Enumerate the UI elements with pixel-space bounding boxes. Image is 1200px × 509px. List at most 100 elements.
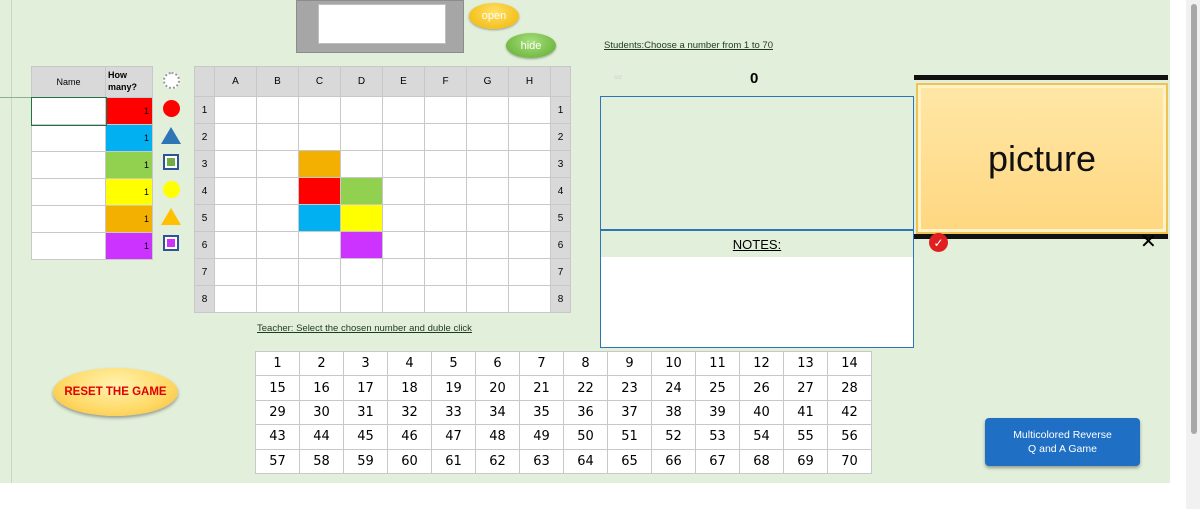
- grid-cell[interactable]: [256, 150, 299, 178]
- number-cell[interactable]: 24: [651, 375, 696, 401]
- grid-cell[interactable]: [256, 258, 299, 286]
- grid-cell[interactable]: [508, 258, 551, 286]
- number-cell[interactable]: 5: [431, 350, 476, 377]
- number-cell[interactable]: 13: [783, 350, 828, 377]
- grid-cell[interactable]: [298, 177, 341, 205]
- grid-cell[interactable]: [466, 231, 509, 259]
- grid-cell[interactable]: [340, 123, 383, 151]
- number-cell[interactable]: 55: [783, 424, 828, 450]
- number-cell[interactable]: 29: [255, 399, 300, 426]
- grid-cell[interactable]: [214, 204, 257, 232]
- number-cell[interactable]: 18: [387, 375, 432, 401]
- number-cell[interactable]: 30: [299, 399, 344, 426]
- number-cell[interactable]: 67: [695, 448, 740, 474]
- team-name-cell[interactable]: [31, 205, 106, 233]
- number-cell[interactable]: 65: [607, 448, 652, 474]
- wrong-x-icon[interactable]: ✕: [1140, 229, 1157, 253]
- number-cell[interactable]: 33: [431, 399, 476, 426]
- grid-cell[interactable]: [508, 150, 551, 178]
- grid-cell[interactable]: [340, 231, 383, 259]
- number-cell[interactable]: 50: [563, 424, 608, 450]
- number-cell[interactable]: 59: [343, 448, 388, 474]
- number-cell[interactable]: 54: [739, 424, 784, 450]
- number-cell[interactable]: 48: [475, 424, 520, 450]
- grid-cell[interactable]: [424, 123, 467, 151]
- grid-cell[interactable]: [298, 150, 341, 178]
- grid-cell[interactable]: [298, 96, 341, 124]
- number-cell[interactable]: 19: [431, 375, 476, 401]
- grid-cell[interactable]: [466, 123, 509, 151]
- number-cell[interactable]: 23: [607, 375, 652, 401]
- grid-cell[interactable]: [466, 204, 509, 232]
- number-cell[interactable]: 56: [827, 424, 872, 450]
- answer-box[interactable]: [600, 96, 914, 230]
- number-cell[interactable]: 20: [475, 375, 520, 401]
- grid-cell[interactable]: [508, 231, 551, 259]
- number-cell[interactable]: 9: [607, 350, 652, 377]
- number-cell[interactable]: 26: [739, 375, 784, 401]
- question-display[interactable]: [318, 4, 446, 44]
- grid-cell[interactable]: [340, 96, 383, 124]
- number-cell[interactable]: 8: [563, 350, 608, 377]
- number-cell[interactable]: 43: [255, 424, 300, 450]
- number-cell[interactable]: 22: [563, 375, 608, 401]
- grid-cell[interactable]: [298, 123, 341, 151]
- grid-cell[interactable]: [424, 150, 467, 178]
- number-cell[interactable]: 14: [827, 350, 872, 377]
- grid-cell[interactable]: [214, 123, 257, 151]
- number-cell[interactable]: 21: [519, 375, 564, 401]
- number-cell[interactable]: 25: [695, 375, 740, 401]
- number-cell[interactable]: 31: [343, 399, 388, 426]
- grid-cell[interactable]: [298, 231, 341, 259]
- grid-cell[interactable]: [214, 231, 257, 259]
- team-name-cell[interactable]: [30, 96, 107, 126]
- number-cell[interactable]: 32: [387, 399, 432, 426]
- grid-cell[interactable]: [340, 177, 383, 205]
- grid-cell[interactable]: [298, 285, 341, 313]
- number-cell[interactable]: 66: [651, 448, 696, 474]
- number-cell[interactable]: 12: [739, 350, 784, 377]
- grid-cell[interactable]: [214, 285, 257, 313]
- number-cell[interactable]: 44: [299, 424, 344, 450]
- number-cell[interactable]: 62: [475, 448, 520, 474]
- grid-cell[interactable]: [256, 231, 299, 259]
- grid-cell[interactable]: [466, 150, 509, 178]
- correct-check-icon[interactable]: ✓: [929, 233, 948, 252]
- grid-cell[interactable]: [256, 204, 299, 232]
- grid-cell[interactable]: [256, 123, 299, 151]
- number-cell[interactable]: 37: [607, 399, 652, 426]
- grid-cell[interactable]: [508, 285, 551, 313]
- number-cell[interactable]: 41: [783, 399, 828, 426]
- game-title-button[interactable]: Multicolored Reverse Q and A Game: [985, 418, 1140, 466]
- number-cell[interactable]: 57: [255, 448, 300, 474]
- number-cell[interactable]: 34: [475, 399, 520, 426]
- grid-cell[interactable]: [340, 150, 383, 178]
- grid-cell[interactable]: [508, 123, 551, 151]
- grid-cell[interactable]: [382, 231, 425, 259]
- team-name-cell[interactable]: [31, 151, 106, 179]
- grid-cell[interactable]: [424, 231, 467, 259]
- grid-cell[interactable]: [424, 258, 467, 286]
- number-cell[interactable]: 27: [783, 375, 828, 401]
- number-cell[interactable]: 53: [695, 424, 740, 450]
- number-cell[interactable]: 40: [739, 399, 784, 426]
- grid-cell[interactable]: [466, 258, 509, 286]
- number-cell[interactable]: 52: [651, 424, 696, 450]
- grid-cell[interactable]: [214, 150, 257, 178]
- number-cell[interactable]: 11: [695, 350, 740, 377]
- grid-cell[interactable]: [466, 96, 509, 124]
- grid-cell[interactable]: [424, 96, 467, 124]
- grid-cell[interactable]: [382, 123, 425, 151]
- number-cell[interactable]: 49: [519, 424, 564, 450]
- grid-cell[interactable]: [298, 204, 341, 232]
- grid-cell[interactable]: [382, 285, 425, 313]
- number-cell[interactable]: 17: [343, 375, 388, 401]
- number-cell[interactable]: 3: [343, 350, 388, 377]
- grid-cell[interactable]: [382, 150, 425, 178]
- number-cell[interactable]: 51: [607, 424, 652, 450]
- grid-cell[interactable]: [340, 204, 383, 232]
- number-cell[interactable]: 4: [387, 350, 432, 377]
- grid-cell[interactable]: [382, 258, 425, 286]
- number-cell[interactable]: 36: [563, 399, 608, 426]
- number-cell[interactable]: 38: [651, 399, 696, 426]
